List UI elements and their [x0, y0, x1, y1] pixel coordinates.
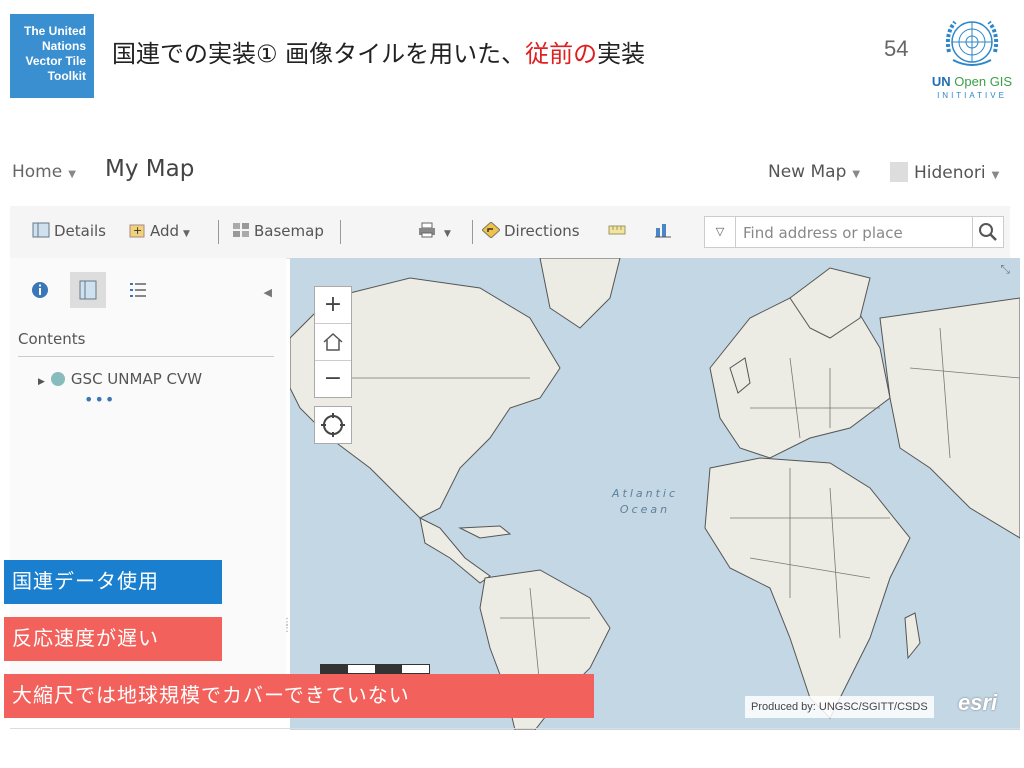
callout-slow-response: 反応速度が遅い	[4, 617, 222, 661]
divider	[10, 728, 1020, 729]
search-scope-dropdown[interactable]: ▽	[705, 217, 736, 247]
avatar	[890, 162, 908, 182]
slide-title-accent: 従前の	[525, 40, 598, 68]
chevron-down-icon: ▼	[444, 229, 451, 239]
callout-no-global-coverage: 大縮尺では地球規模でカバーできていない	[4, 674, 594, 718]
toolkit-badge-line: Vector Tile	[25, 54, 86, 68]
ocean-label: Atlantic Ocean	[612, 487, 679, 516]
more-options-icon[interactable]: •••	[84, 390, 115, 409]
bookmark-chart-icon	[655, 224, 671, 238]
slide-title-main: 国連での実装① 画像タイルを用いた、	[112, 40, 526, 68]
collapse-panel-icon[interactable]: ◀	[264, 286, 272, 299]
sidebar-tabs: ◀	[10, 270, 286, 310]
layer-name: GSC UNMAP CVW	[70, 370, 203, 388]
print-icon	[419, 222, 435, 238]
globe-icon	[50, 372, 65, 386]
map-toolbar: Details + Add ▼ Basemap ▼ Directions ▽	[10, 206, 1010, 259]
tab-content[interactable]	[70, 272, 106, 308]
details-button[interactable]: Details	[32, 222, 106, 240]
directions-icon	[482, 222, 500, 238]
zoom-in-button[interactable]: +	[315, 287, 351, 324]
toolkit-badge-line: Toolkit	[47, 69, 86, 83]
page-number: 54	[884, 36, 909, 61]
toolkit-badge-line: Nations	[41, 39, 86, 53]
slide-title-end: 実装	[597, 40, 646, 68]
search-input[interactable]	[741, 221, 967, 245]
expand-map-icon[interactable]: ⤡	[1000, 262, 1010, 277]
measure-button[interactable]	[608, 222, 630, 240]
panel-resize-handle[interactable]: ⋮ ⋮	[282, 618, 292, 650]
info-icon	[32, 282, 48, 298]
toolbar-divider	[472, 220, 473, 244]
zoom-control: + −	[314, 286, 352, 398]
chevron-down-icon: ▼	[852, 169, 861, 180]
add-icon: +	[129, 224, 145, 238]
chevron-down-icon: ▼	[991, 170, 1000, 181]
search-button[interactable]	[972, 217, 1003, 247]
tab-legend[interactable]	[120, 272, 156, 308]
slide-title: 国連での実装① 画像タイルを用いた、従前の実装	[112, 34, 645, 69]
home-extent-button[interactable]	[315, 324, 351, 361]
toolkit-badge-line: The United	[24, 24, 86, 38]
esri-logo: esri	[958, 690, 998, 715]
logo-brand: UN Open GIS	[931, 74, 1013, 89]
logo-initiative: INITIATIVE	[937, 91, 1007, 100]
chevron-down-icon: ▼	[68, 169, 76, 180]
contents-heading: Contents	[18, 330, 86, 348]
new-map-menu[interactable]: New Map ▼	[768, 162, 860, 182]
basemap-grid-icon	[233, 223, 249, 237]
zoom-out-button[interactable]: −	[315, 361, 351, 397]
map-attribution: Produced by: UNGSC/SGITT/CSDS	[745, 696, 934, 718]
un-emblem-icon	[945, 20, 999, 66]
toolbar-divider	[340, 220, 341, 244]
map-view[interactable]: Atlantic Ocean + − ⤡ Produced by: UNGSC/S…	[290, 258, 1020, 730]
callout-un-data: 国連データ使用	[4, 560, 222, 604]
share-button[interactable]	[654, 222, 676, 240]
svg-text:+: +	[133, 224, 142, 237]
locate-crosshair-icon	[321, 413, 345, 437]
search-box: ▽	[704, 216, 1004, 248]
add-button[interactable]: + Add ▼	[128, 222, 190, 240]
tab-about[interactable]	[22, 272, 58, 308]
search-icon	[979, 223, 997, 241]
home-icon	[323, 332, 343, 351]
basemap-button[interactable]: Basemap	[232, 222, 324, 240]
home-menu[interactable]: Home ▼	[12, 162, 76, 182]
print-button[interactable]: ▼	[418, 222, 451, 240]
legend-list-icon	[130, 283, 146, 297]
top-bar: Home ▼ My Map New Map ▼ Hidenori ▼	[0, 140, 1024, 200]
directions-button[interactable]: Directions	[482, 222, 580, 240]
toolbar-divider	[218, 220, 219, 244]
scale-bar	[320, 664, 430, 674]
locate-button[interactable]	[314, 406, 352, 444]
measure-icon	[608, 225, 626, 235]
content-icon	[79, 280, 97, 300]
un-open-gis-logo: UN Open GIS INITIATIVE	[930, 12, 1014, 122]
expand-arrow-icon[interactable]: ▶	[38, 377, 45, 387]
chevron-down-icon: ▼	[183, 229, 190, 239]
details-icon	[32, 222, 50, 238]
map-title: My Map	[105, 156, 195, 182]
user-menu[interactable]: Hidenori ▼	[890, 162, 999, 183]
toolkit-badge: The United Nations Vector Tile Toolkit	[10, 14, 94, 98]
divider	[18, 356, 274, 357]
layer-item[interactable]: ▶ GSC UNMAP CVW	[38, 370, 202, 388]
